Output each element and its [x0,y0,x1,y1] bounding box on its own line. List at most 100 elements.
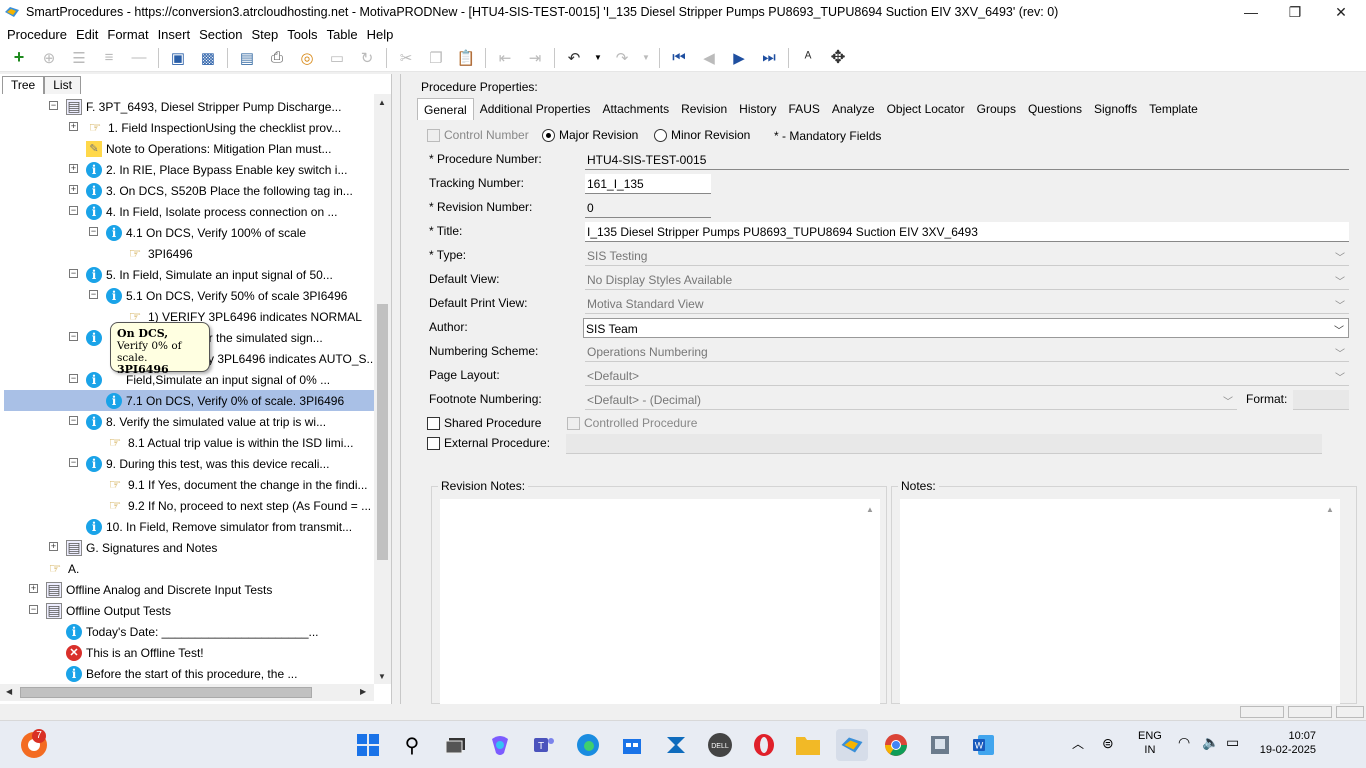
menu-table[interactable]: Table [327,27,358,42]
scroll-right-icon[interactable]: ▶ [360,687,366,696]
cut-icon[interactable]: ✂ [395,47,417,69]
menu-step[interactable]: Step [251,27,278,42]
external-procedure-field[interactable] [566,434,1322,454]
numbering-scheme-select[interactable]: Operations Numbering ﹀ [585,342,1349,362]
tree-item[interactable]: i 4.1 On DCS, Verify 100% of scale [106,222,306,243]
copy-icon[interactable]: ❐ [425,47,447,69]
outdent-icon[interactable]: ⇤ [494,47,516,69]
tree-item[interactable]: i 2. In RIE, Place Bypass Enable key swit… [86,159,347,180]
collapse-toggle[interactable]: − [69,332,78,341]
controlled-procedure-checkbox[interactable]: Controlled Procedure [567,416,697,431]
first-icon[interactable]: ⏮ [668,47,690,69]
tree-item[interactable]: i 10. In Field, Remove simulator from tra… [86,516,352,537]
redo-format-icon[interactable]: ↻ [356,47,378,69]
collapse-toggle[interactable]: − [89,227,98,236]
tree-item[interactable]: ☞ 3PI6496 [126,243,193,264]
tab-analyze[interactable]: Analyze [826,98,881,120]
tree-item[interactable]: ☞ 1. Field InspectionUsing the checklist … [86,117,342,138]
move-icon[interactable]: ✥ [827,47,849,69]
expand-toggle[interactable]: + [69,164,78,173]
tab-template[interactable]: Template [1143,98,1204,120]
menu-section[interactable]: Section [199,27,242,42]
scroll-thumb[interactable] [20,687,312,698]
tree-item[interactable]: ▤ Offline Output Tests [46,600,171,621]
scroll-up-icon[interactable]: ▲ [1326,505,1334,514]
word-icon[interactable]: W [968,729,1000,761]
link-icon[interactable]: ◎ [296,47,318,69]
expand-toggle[interactable]: + [29,584,38,593]
external-procedure-checkbox[interactable]: External Procedure: [427,436,550,451]
tree-item[interactable]: ▤ G. Signatures and Notes [66,537,217,558]
tree-item[interactable]: i 9. During this test, was this device re… [86,453,329,474]
expand-toggle[interactable]: + [69,122,78,131]
scroll-up-icon[interactable]: ▲ [378,98,386,107]
tree-item[interactable]: i 3. On DCS, S520B Place the following ta… [86,180,353,201]
last-icon[interactable]: ⏭ [758,47,780,69]
tree-horizontal-scrollbar[interactable]: ◀ ▶ [0,684,374,701]
collapse-toggle[interactable]: − [69,374,78,383]
remote-app-icon[interactable] [924,729,956,761]
tab-questions[interactable]: Questions [1022,98,1088,120]
teams-icon[interactable]: T [528,729,560,761]
undo-icon[interactable]: ↶ [563,47,585,69]
expand-toggle[interactable]: + [49,542,58,551]
control-number-checkbox[interactable]: Control Number [427,128,529,143]
tab-history[interactable]: History [733,98,782,120]
store-icon[interactable] [616,729,648,761]
edge-icon[interactable] [572,729,604,761]
revision-number-field[interactable]: 0 [585,198,711,218]
default-view-select[interactable]: No Display Styles Available ﹀ [585,270,1349,290]
save-icon[interactable]: ▩ [197,47,219,69]
tree-item[interactable]: ✎ Note to Operations: Mitigation Plan mus… [86,138,331,159]
copilot-icon[interactable] [484,729,516,761]
list-icon[interactable]: ☰ [68,47,90,69]
shared-procedure-checkbox[interactable]: Shared Procedure [427,416,541,431]
notes-textarea[interactable]: ▲ [900,499,1340,705]
author-select[interactable]: SIS Team ﹀ [583,318,1349,338]
add-child-icon[interactable]: ⊕ [38,47,60,69]
network-status-icon[interactable]: ⊜ [1102,735,1114,752]
file-explorer-icon[interactable] [792,729,824,761]
chevron-up-icon[interactable]: ︿ [1072,735,1084,752]
task-view-icon[interactable] [440,729,472,761]
collapse-toggle[interactable]: − [89,290,98,299]
tab-attachments[interactable]: Attachments [596,98,675,120]
page-layout-select[interactable]: <Default> ﹀ [585,366,1349,386]
tree-item[interactable]: ▤ F. 3PT_6493, Diesel Stripper Pump Disch… [66,96,341,117]
collapse-toggle[interactable]: − [69,416,78,425]
search-icon[interactable]: ⚲ [396,729,428,761]
tree-item[interactable]: i 5. In Field, Simulate an input signal o… [86,264,333,285]
minor-revision-radio[interactable]: Minor Revision [654,128,750,143]
volume-icon[interactable]: 🔈 [1202,734,1219,751]
maximize-button[interactable]: ❐ [1272,0,1318,24]
title-field[interactable]: I_135 Diesel Stripper Pumps PU8693_TUPU8… [585,222,1349,242]
tree-item[interactable]: i Today's Date: ______________________... [66,621,319,642]
type-select[interactable]: SIS Testing ﹀ [585,246,1349,266]
tab-list[interactable]: List [44,76,81,94]
tree-item[interactable]: ☞ 9.1 If Yes, document the change in the … [106,474,368,495]
menu-tools[interactable]: Tools [287,27,317,42]
collapse-toggle[interactable]: − [29,605,38,614]
revision-notes-textarea[interactable]: ▲ [440,499,880,705]
tree-item[interactable]: ☞ A. [46,558,80,579]
close-button[interactable]: ✕ [1318,0,1364,24]
power-automate-icon[interactable] [660,729,692,761]
undo-dropdown-icon[interactable]: ▼ [593,47,603,69]
collapse-toggle[interactable]: − [49,101,58,110]
battery-icon[interactable]: ▭ [1226,734,1239,751]
save-all-icon[interactable]: ▣ [167,47,189,69]
tree-item[interactable]: i 5.1 On DCS, Verify 50% of scale 3PI6496 [106,285,347,306]
tree-item[interactable]: ☞ 9.2 If No, proceed to next step (As Fou… [106,495,371,516]
scroll-up-icon[interactable]: ▲ [866,505,874,514]
tab-signoffs[interactable]: Signoffs [1088,98,1143,120]
tree-vertical-scrollbar[interactable]: ▲ ▼ [374,94,391,684]
print-preview-icon[interactable]: ▤ [236,47,258,69]
tree-item[interactable]: i 4. In Field, Isolate process connection… [86,201,337,222]
indent-right-icon[interactable]: ⇥ [524,47,546,69]
indent-icon[interactable]: ≡ [98,47,120,69]
clock[interactable]: 10:07 19-02-2025 [1256,729,1316,757]
tree-item[interactable]: i Before the start of this procedure, the… [66,663,297,684]
minimize-button[interactable]: — [1228,0,1274,24]
tab-tree[interactable]: Tree [2,76,45,94]
menu-help[interactable]: Help [367,27,394,42]
